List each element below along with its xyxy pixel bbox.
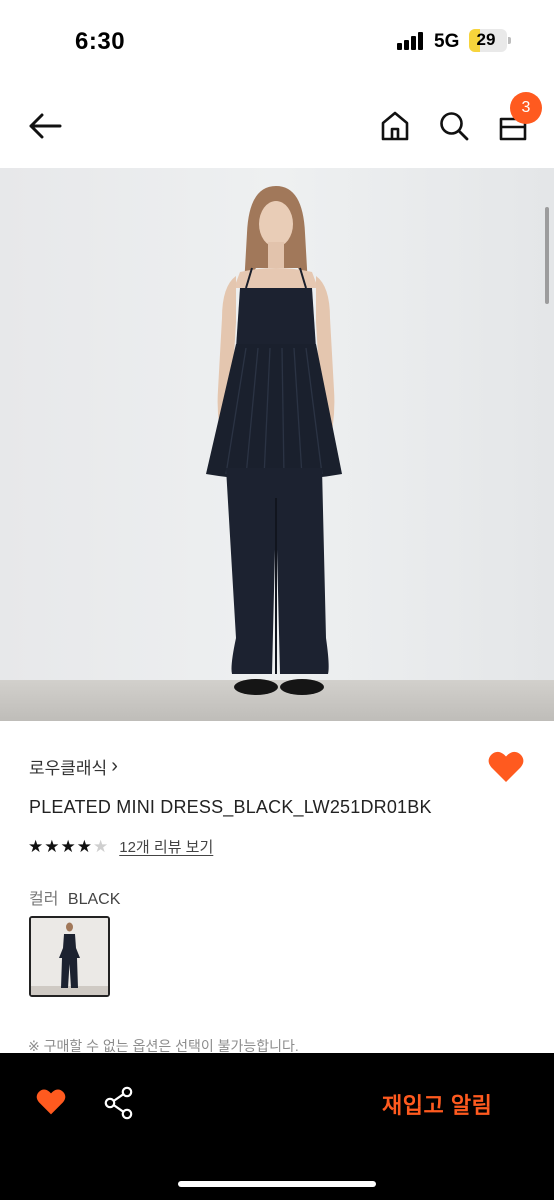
like-heart-icon[interactable] xyxy=(35,1088,67,1116)
battery-percent: 29 xyxy=(476,30,496,49)
bottom-action-bar xyxy=(0,1053,554,1200)
image-scroll-indicator[interactable] xyxy=(545,207,549,304)
star-icon: ★ xyxy=(93,836,109,856)
star-icon: ★ xyxy=(60,836,76,856)
cellular-signal-icon xyxy=(397,32,427,50)
color-option-row: 컬러 BLACK xyxy=(29,885,120,909)
cart-count-badge: 3 xyxy=(510,92,542,124)
search-icon[interactable] xyxy=(438,110,470,142)
product-title: PLEATED MINI DRESS_BLACK_LW251DR01BK xyxy=(29,797,432,817)
product-image[interactable] xyxy=(0,168,554,721)
star-icon: ★ xyxy=(44,836,60,856)
brand-name: 로우클래식 xyxy=(29,759,108,778)
back-arrow-icon[interactable] xyxy=(28,112,62,140)
review-link[interactable]: 12개 리뷰 보기 xyxy=(119,836,213,857)
network-type: 5G xyxy=(434,31,460,52)
option-notice: ※ 구매할 수 없는 옵션은 선택이 불가능합니다. xyxy=(28,1038,299,1052)
star-icon: ★ xyxy=(76,836,92,856)
rating-row: ★ ★ ★ ★ ★ 12개 리뷰 보기 xyxy=(28,836,213,857)
color-label: 컬러 xyxy=(29,891,59,908)
star-icon: ★ xyxy=(28,836,44,856)
home-icon[interactable] xyxy=(380,110,410,142)
status-bar: 6:30 5G 29 xyxy=(0,0,554,84)
home-indicator xyxy=(178,1181,376,1187)
battery-cap xyxy=(508,37,511,44)
heart-icon[interactable] xyxy=(487,750,525,784)
color-value: BLACK xyxy=(67,891,121,908)
chevron-right-icon: › xyxy=(111,755,118,777)
restock-alert-button[interactable]: 재입고 알림 xyxy=(382,1088,492,1120)
app-header xyxy=(0,84,554,168)
battery-icon: 29 xyxy=(469,29,507,52)
share-icon[interactable] xyxy=(103,1086,135,1120)
status-time: 6:30 xyxy=(75,28,126,55)
color-swatch-black[interactable] xyxy=(29,916,110,997)
brand-link[interactable]: 로우클래식 › xyxy=(29,754,118,779)
